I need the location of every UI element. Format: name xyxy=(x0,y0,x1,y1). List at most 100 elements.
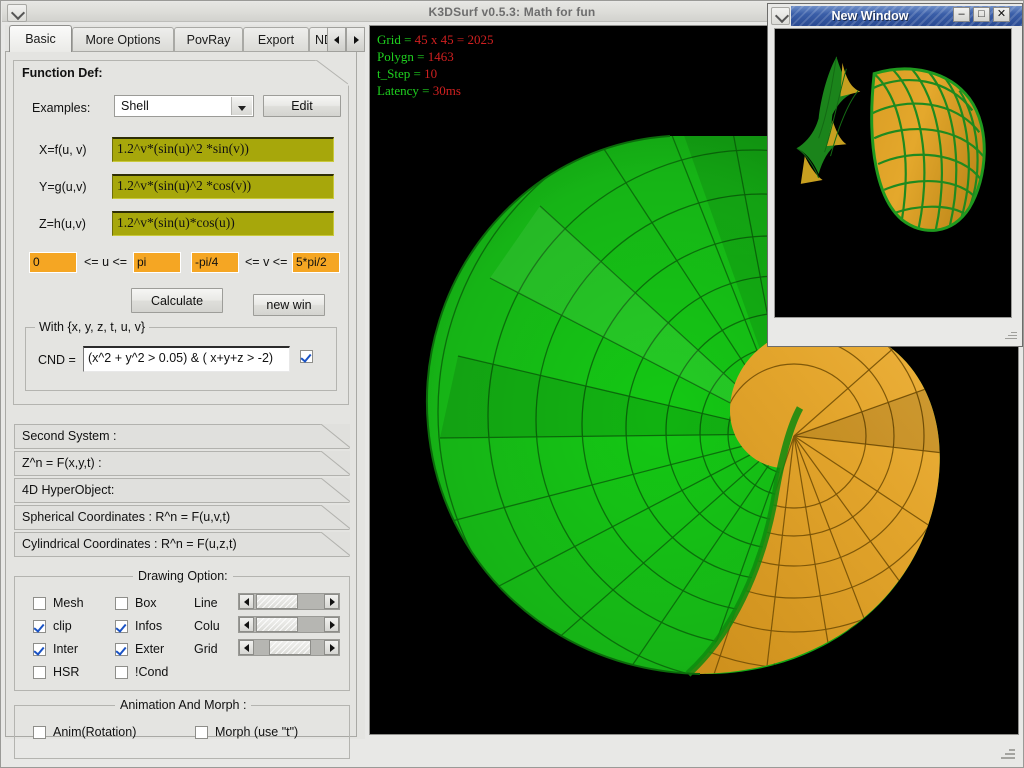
x-function-input[interactable]: 1.2^v*(sin(u)^2 *sin(v)) xyxy=(112,137,334,162)
slider-colu-thumb[interactable] xyxy=(256,617,298,632)
tab-basic[interactable]: Basic xyxy=(9,25,72,52)
edit-button[interactable]: Edit xyxy=(263,95,341,117)
section-spherical-coordinates[interactable]: Spherical Coordinates : R^n = F(u,v,t) xyxy=(14,505,350,530)
info-tstep-value: 10 xyxy=(424,66,437,81)
checkbox-hsr[interactable] xyxy=(33,666,46,679)
preview-helix xyxy=(797,57,860,184)
checkbox-inter[interactable] xyxy=(33,643,46,656)
new-window-close-button[interactable]: ✕ xyxy=(993,7,1010,22)
function-def-group: Function Def: Examples: Shell Edit X=f(u… xyxy=(13,60,349,405)
tab-bar: Basic More Options PovRay Export ND xyxy=(5,25,365,52)
section-cylindrical-coordinates[interactable]: Cylindrical Coordinates : R^n = F(u,z,t) xyxy=(14,532,350,557)
v-max-value: 5*pi/2 xyxy=(296,255,327,269)
section-label: Spherical Coordinates : R^n = F(u,v,t) xyxy=(22,510,230,524)
k3dsurf-main-window: K3DSurf v0.5.3: Math for fun Basic More … xyxy=(0,0,1024,768)
u-max-value: pi xyxy=(137,255,146,269)
checkbox-morph[interactable] xyxy=(195,726,208,739)
checkbox-anim-rotation[interactable] xyxy=(33,726,46,739)
section-4d-hyperobject[interactable]: 4D HyperObject: xyxy=(14,478,350,503)
checkbox-mesh[interactable] xyxy=(33,597,46,610)
cnd-input[interactable]: (x^2 + y^2 > 0.05) & ( x+y+z > -2) xyxy=(83,346,290,372)
new-window-dialog[interactable]: New Window – □ ✕ xyxy=(767,3,1023,347)
slider-grid-thumb[interactable] xyxy=(269,640,311,655)
tab-export[interactable]: Export xyxy=(243,27,309,52)
slider-grid[interactable] xyxy=(238,639,340,656)
u-max-input[interactable]: pi xyxy=(133,252,181,273)
section-second-system[interactable]: Second System : xyxy=(14,424,350,449)
section-label: Cylindrical Coordinates : R^n = F(u,z,t) xyxy=(22,537,237,551)
window-menu-chevron-down-icon[interactable] xyxy=(7,4,27,22)
with-variables-title: With {x, y, z, t, u, v} xyxy=(35,320,149,334)
tab-more-options[interactable]: More Options xyxy=(72,27,174,52)
v-min-input[interactable]: -pi/4 xyxy=(191,252,239,273)
calculate-button[interactable]: Calculate xyxy=(131,288,223,313)
checkbox-cond-label: !Cond xyxy=(135,665,168,679)
slider-line-label: Line xyxy=(194,596,218,610)
checkbox-infos[interactable] xyxy=(115,620,128,633)
y-function-label: Y=g(u,v) xyxy=(39,180,87,194)
tab-povray[interactable]: PovRay xyxy=(174,27,243,52)
with-variables-group: With {x, y, z, t, u, v} CND = (x^2 + y^2… xyxy=(25,327,337,391)
slider-line-left-arrow-icon[interactable] xyxy=(239,594,254,609)
cnd-value: (x^2 + y^2 > 0.05) & ( x+y+z > -2) xyxy=(88,351,273,365)
info-grid-line: Grid = 45 x 45 = 2025 xyxy=(377,31,494,48)
u-min-input[interactable]: 0 xyxy=(29,252,77,273)
slider-colu-right-arrow-icon[interactable] xyxy=(324,617,339,632)
close-icon: ✕ xyxy=(994,7,1009,22)
slider-grid-left-arrow-icon[interactable] xyxy=(239,640,254,655)
checkbox-hsr-label: HSR xyxy=(53,665,79,679)
z-function-input[interactable]: 1.2^v*(sin(u)*cos(u)) xyxy=(112,211,334,236)
main-window-resize-grip[interactable] xyxy=(999,745,1015,761)
checkbox-cond[interactable] xyxy=(115,666,128,679)
v-min-value: -pi/4 xyxy=(195,255,218,269)
y-function-value: 1.2^v*(sin(u)^2 *cos(v)) xyxy=(117,178,251,194)
new-window-minimize-button[interactable]: – xyxy=(953,7,970,22)
section-zn-fxyt[interactable]: Z^n = F(x,y,t) : xyxy=(14,451,350,476)
new-window-menu-chevron-down-icon[interactable] xyxy=(771,7,790,25)
checkbox-anim-rotation-label: Anim(Rotation) xyxy=(53,725,136,739)
checkbox-clip-label: clip xyxy=(53,619,72,633)
section-label: 4D HyperObject: xyxy=(22,483,114,497)
info-latency-label: Latency = xyxy=(377,83,433,98)
z-function-value: 1.2^v*(sin(u)*cos(u)) xyxy=(117,215,235,231)
tab-page-basic: Function Def: Examples: Shell Edit X=f(u… xyxy=(5,51,357,737)
examples-label: Examples: xyxy=(32,101,90,115)
slider-colu-label: Colu xyxy=(194,619,220,633)
y-function-input[interactable]: 1.2^v*(sin(u)^2 *cos(v)) xyxy=(112,174,334,199)
section-fold-corner xyxy=(320,478,350,503)
checkbox-exter-label: Exter xyxy=(135,642,164,656)
slider-grid-label: Grid xyxy=(194,642,218,656)
slider-line-thumb[interactable] xyxy=(256,594,298,609)
info-latency-line: Latency = 30ms xyxy=(377,82,494,99)
slider-colu-left-arrow-icon[interactable] xyxy=(239,617,254,632)
slider-line-right-arrow-icon[interactable] xyxy=(324,594,339,609)
viewport-info-overlay: Grid = 45 x 45 = 2025 Polygn = 1463 t_St… xyxy=(377,31,494,99)
checkbox-clip[interactable] xyxy=(33,620,46,633)
new-window-3d-canvas[interactable] xyxy=(774,28,1012,318)
checkbox-box[interactable] xyxy=(115,597,128,610)
slider-grid-right-arrow-icon[interactable] xyxy=(324,640,339,655)
checkbox-exter[interactable] xyxy=(115,643,128,656)
u-min-value: 0 xyxy=(33,255,40,269)
new-win-button[interactable]: new win xyxy=(253,294,325,316)
examples-combo[interactable]: Shell xyxy=(114,95,254,117)
control-panel: Basic More Options PovRay Export ND Func… xyxy=(5,25,365,739)
new-window-resize-grip[interactable] xyxy=(1003,327,1017,341)
tab-scroll-right-icon[interactable] xyxy=(346,27,365,52)
slider-line[interactable] xyxy=(238,593,340,610)
new-window-title: New Window xyxy=(791,9,949,23)
checkbox-box-label: Box xyxy=(135,596,157,610)
info-tstep-label: t_Step = xyxy=(377,66,424,81)
new-window-maximize-button[interactable]: □ xyxy=(973,7,990,22)
info-tstep-line: t_Step = 10 xyxy=(377,65,494,82)
cnd-enable-checkbox[interactable] xyxy=(300,350,313,363)
v-max-input[interactable]: 5*pi/2 xyxy=(292,252,340,273)
section-label: Z^n = F(x,y,t) : xyxy=(22,456,102,470)
chevron-down-icon[interactable] xyxy=(231,97,252,115)
section-label: Second System : xyxy=(22,429,117,443)
slider-colu[interactable] xyxy=(238,616,340,633)
function-def-title: Function Def: xyxy=(22,66,103,80)
checkbox-morph-label: Morph (use "t") xyxy=(215,725,298,739)
info-polygn-line: Polygn = 1463 xyxy=(377,48,494,65)
tab-scroll-left-icon[interactable] xyxy=(327,27,346,52)
